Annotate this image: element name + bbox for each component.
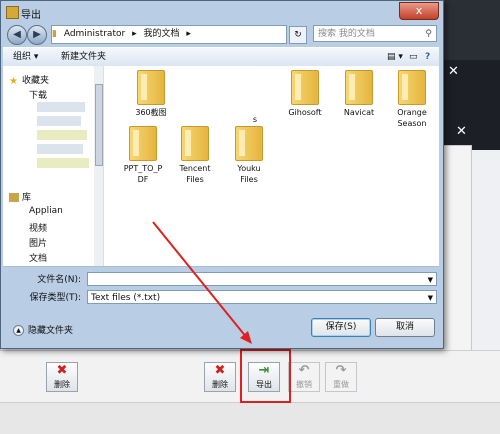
- annotation-arrow: [152, 221, 252, 344]
